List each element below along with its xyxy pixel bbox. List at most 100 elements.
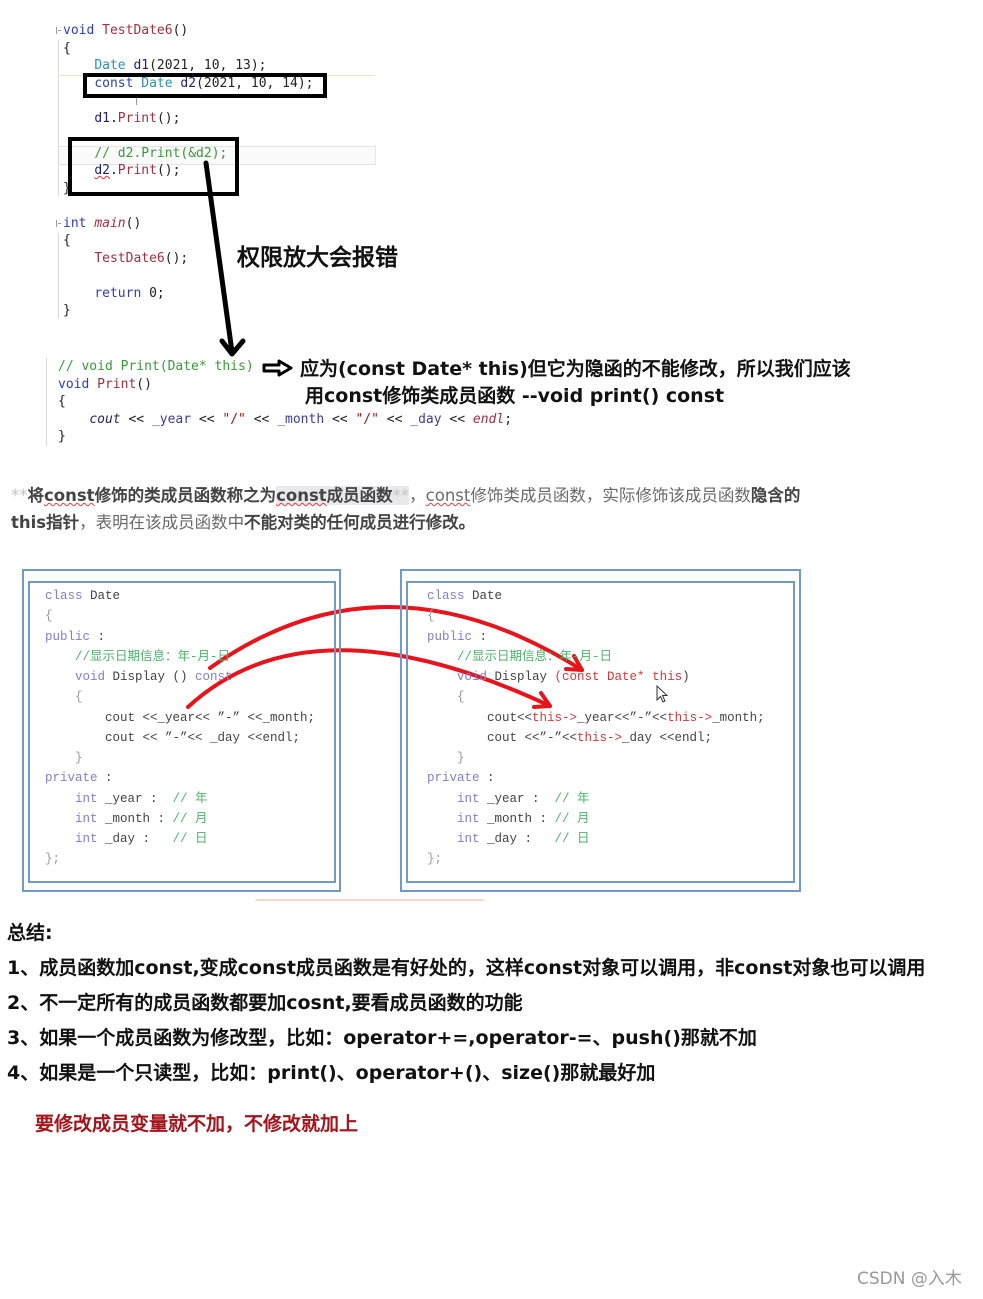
editor-outline-guide: [58, 40, 59, 196]
code-token: // 月: [554, 811, 590, 826]
permission-error-annotation: 权限放大会报错: [237, 245, 398, 271]
code-token: void: [457, 670, 488, 684]
code-token: Display (): [105, 670, 196, 684]
code-token: const: [195, 670, 233, 684]
code-token: ();: [156, 110, 181, 126]
code-token: Date: [94, 58, 126, 73]
explanation-line-1: 应为(const Date* this)但它为隐函的不能修改，所以我们应该: [300, 358, 851, 380]
code-token: // 年: [554, 791, 590, 806]
code-token: // void Print(Date* this): [58, 359, 254, 374]
summary-section: 总结: 1、成员函数加const,变成const成员函数是有好处的，这样cons…: [7, 916, 925, 1091]
text-line: cout << _year << "/" << _month << "/" <<…: [58, 411, 512, 429]
paragraph-span: 修饰的类成员函数称之为: [94, 486, 277, 505]
code-token: _year :: [479, 791, 555, 806]
code-token: Date: [464, 589, 503, 603]
text-line: public :: [45, 627, 315, 647]
code-token: class: [427, 589, 465, 603]
code-token: //显示日期信息：年-月-日: [75, 649, 231, 664]
code-token: <<: [120, 411, 152, 427]
class-code-this-pointer-version: class Date {public : //显示日期信息：年-月-日 void …: [427, 586, 765, 870]
summary-item: 2、不一定所有的成员函数都要加cosnt,要看成员函数的功能: [7, 992, 523, 1014]
code-token: TestDate6: [94, 250, 165, 266]
code-token: <<: [441, 411, 473, 427]
code-token: <<: [191, 411, 223, 427]
code-token: ;: [504, 411, 513, 427]
text-line: }: [45, 748, 315, 768]
code-token: }: [457, 751, 465, 765]
summary-item: 4、如果是一个只读型，比如：print()、operator+()、size()…: [7, 1062, 656, 1084]
text-line: public :: [427, 627, 765, 647]
code-token: main: [94, 215, 126, 231]
paragraph-span: const: [44, 486, 95, 505]
paragraph-span: ，表明在该成员函数中: [79, 513, 245, 532]
annotation-box-d2-print: [68, 137, 239, 196]
editor-outline-guide: [58, 233, 59, 318]
paragraph-span: const: [425, 486, 471, 505]
code-token: "/": [355, 411, 379, 427]
code-token: // 月: [172, 811, 208, 826]
code-token: "/": [222, 411, 246, 427]
collapse-icon[interactable]: [56, 27, 62, 34]
code-token: _month :: [479, 811, 555, 826]
code-token: :: [472, 629, 488, 644]
text-line: int _year : // 年: [45, 789, 315, 809]
code-token: _day :: [97, 832, 173, 846]
code-token: int: [457, 811, 480, 826]
code-token: _year<<”-”<<: [577, 710, 668, 725]
code-token: 0;: [141, 285, 165, 301]
annotation-box-const-d2: [83, 73, 327, 98]
code-token: {: [63, 233, 71, 248]
code-token: int: [75, 832, 98, 846]
divider-line: [255, 899, 485, 904]
text-line: }: [58, 428, 512, 446]
paragraph-span: 隐含的: [750, 486, 801, 505]
collapse-icon[interactable]: [56, 220, 62, 227]
code-token: //显示日期信息：年-月-日: [457, 649, 613, 664]
code-token: :: [97, 771, 113, 786]
text-line: }: [427, 748, 765, 768]
code-token: Display: [487, 670, 555, 684]
code-token: <<: [245, 411, 278, 427]
text-line: void TestDate6(): [63, 22, 313, 40]
code-token: int: [457, 791, 480, 806]
code-token: }: [58, 429, 66, 444]
summary-item: 3、如果一个成员函数为修改型，比如：operator+=,operator-=、…: [7, 1027, 757, 1049]
paragraph-span: 将: [27, 486, 45, 505]
code-token: d1: [94, 110, 110, 126]
csdn-watermark: CSDN @入木: [857, 1269, 962, 1289]
paragraph-span: **: [11, 486, 28, 505]
code-token: _year: [151, 411, 192, 427]
code-token: :: [479, 771, 495, 786]
text-line: int main(): [63, 215, 313, 233]
text-line: void Display (const Date* this): [427, 667, 765, 687]
code-token: Print: [97, 376, 137, 392]
code-token: public: [427, 629, 473, 644]
code-token: d1: [133, 58, 150, 73]
text-line: return 0;: [63, 285, 313, 303]
text-line: **将const修饰的类成员函数称之为const成员函数**，const修饰类成…: [11, 482, 800, 509]
code-token: // 日: [554, 832, 590, 846]
code-token: (): [172, 23, 189, 38]
text-line: cout << ”-”<< _day <<endl;: [45, 728, 315, 748]
code-token: _day :: [479, 832, 555, 846]
code-token: (): [136, 376, 152, 392]
explanation-line-2: 用const修饰类成员函数 --void print() const: [305, 385, 725, 407]
paragraph-span: this指针: [11, 513, 80, 532]
text-line: class Date: [45, 586, 315, 606]
code-token: (): [125, 215, 142, 231]
code-token: cout <<_year<< ”-” <<_month;: [45, 710, 316, 725]
text-line: };: [45, 849, 315, 869]
